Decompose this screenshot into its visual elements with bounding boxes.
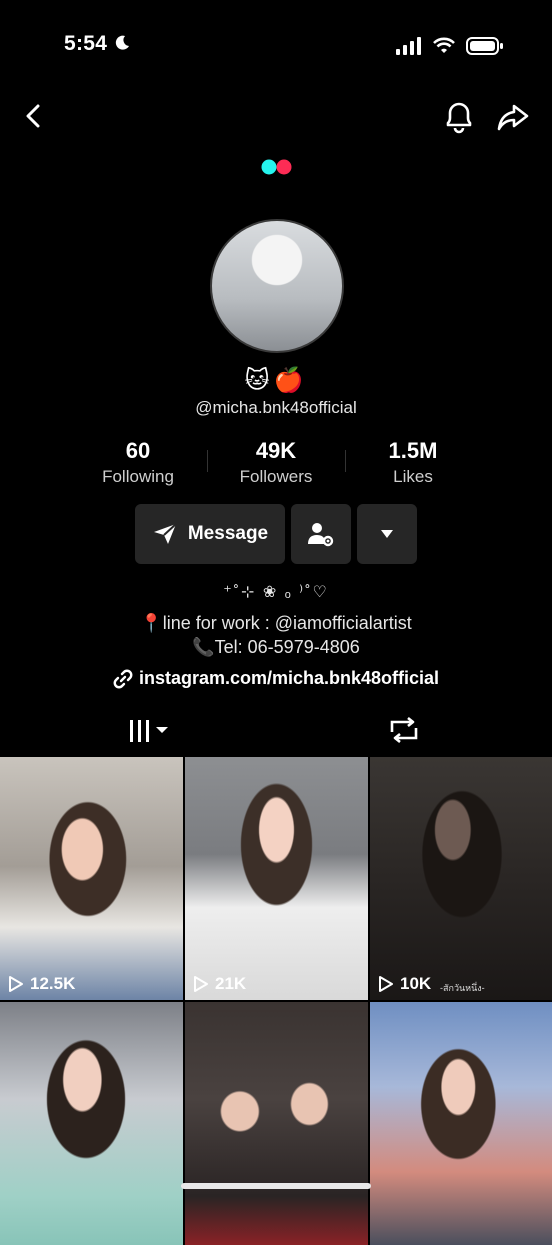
friend-settings-button[interactable] <box>291 504 351 564</box>
more-options-button[interactable] <box>357 504 417 564</box>
share-button[interactable] <box>492 100 536 140</box>
tab-reposts[interactable] <box>370 712 438 758</box>
signal-icon <box>396 37 421 55</box>
status-icons <box>396 36 504 56</box>
share-icon <box>497 104 529 131</box>
caret-down-icon <box>381 530 393 538</box>
video-thumbnail[interactable]: 21K <box>185 757 368 1000</box>
likes-label: Likes <box>393 467 433 486</box>
view-count: 12.5K <box>8 974 75 994</box>
video-thumbnail[interactable] <box>370 1002 552 1245</box>
grid-bars-icon <box>130 720 168 742</box>
profile-nav <box>0 100 552 140</box>
view-count: 21K <box>193 974 246 994</box>
stat-likes[interactable]: 1.5M Likes <box>343 438 483 487</box>
chevron-left-icon <box>26 104 40 128</box>
wifi-icon <box>433 37 455 53</box>
video-caption: -สักวันหนึ่ง- <box>440 983 485 993</box>
bell-icon <box>446 102 472 134</box>
profile-link-text: instagram.com/micha.bnk48official <box>138 668 440 688</box>
play-icon <box>9 976 23 992</box>
video-thumbnail[interactable] <box>0 1002 183 1245</box>
moon-icon <box>116 35 130 50</box>
back-button[interactable] <box>18 100 58 140</box>
likes-count: 1.5M <box>388 438 438 463</box>
play-icon <box>379 976 393 992</box>
following-count: 60 <box>125 438 151 463</box>
video-thumbnail[interactable]: 12.5K <box>0 757 183 1000</box>
battery-icon <box>466 37 503 55</box>
play-icon <box>194 976 208 992</box>
followers-label: Followers <box>239 467 313 486</box>
bio-line-3: 📞Tel: 06-5979-4806 <box>192 637 360 657</box>
home-indicator[interactable] <box>181 1183 371 1189</box>
video-thumbnail[interactable]: 10K -สักวันหนึ่ง- <box>370 757 552 1000</box>
tiktok-dots-logo <box>261 159 292 175</box>
video-thumbnail[interactable] <box>185 1002 368 1245</box>
content-tabs <box>0 712 552 760</box>
message-label: Message <box>187 523 269 544</box>
following-label: Following <box>102 467 174 486</box>
video-grid: 12.5K 21K 10K -สักวันหนึ่ง- <box>0 757 552 1245</box>
followers-count: 49K <box>255 438 297 463</box>
notification-button[interactable] <box>440 100 480 140</box>
username: @micha.bnk48official <box>195 398 357 417</box>
stat-following[interactable]: 60 Following <box>68 438 208 487</box>
send-icon <box>153 523 177 544</box>
link-icon <box>113 669 133 688</box>
repost-icon <box>390 716 418 744</box>
stat-followers[interactable]: 49K Followers <box>206 438 346 487</box>
message-button[interactable]: Message <box>135 504 285 564</box>
view-count: 10K <box>378 974 431 994</box>
tab-videos[interactable] <box>115 712 183 760</box>
user-gear-icon <box>308 523 334 547</box>
bio-line-2: 📍line for work : @iamofficialartist <box>140 613 412 633</box>
bio-line-1: ⁺˚⊹ ❀ ₒ ⁾˚♡ <box>223 584 329 601</box>
profile-link[interactable]: instagram.com/micha.bnk48official <box>0 668 552 689</box>
avatar[interactable] <box>210 219 344 353</box>
profile-emojis: 🐱🍎 <box>244 367 308 394</box>
status-time: 5:54 <box>64 32 131 56</box>
